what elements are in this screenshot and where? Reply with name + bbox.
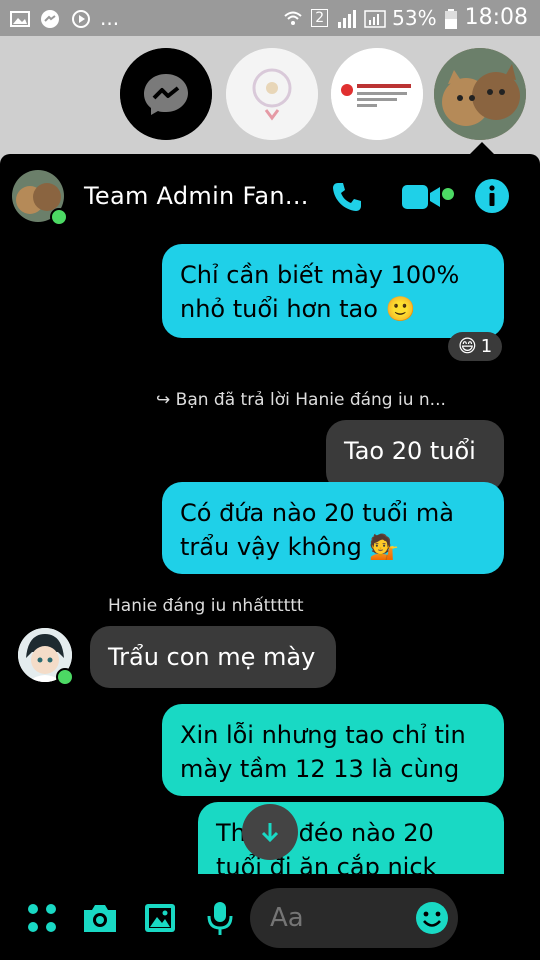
- message-text: Trẩu con mẹ mày: [108, 643, 316, 671]
- signal-icon: [336, 9, 357, 28]
- chat-panel: Team Admin Fan... Chỉ cần biết mày 100% …: [0, 154, 540, 960]
- info-icon[interactable]: [474, 178, 510, 214]
- camera-icon[interactable]: [80, 898, 120, 938]
- conversation-title[interactable]: Team Admin Fan...: [84, 182, 309, 210]
- message-text: Xin lỗi nhưng tao chỉ tin mày tầm 12 13 …: [180, 721, 466, 783]
- cats-avatar-icon: [434, 48, 526, 140]
- message-input-container: [250, 888, 458, 948]
- quick-reaction-laugh-emoji-icon[interactable]: 😂: [476, 892, 526, 942]
- reply-arrow-icon: ↪: [156, 390, 171, 410]
- reaction-count: 1: [480, 336, 493, 357]
- contact-avatar-icon: [331, 48, 423, 140]
- menu-grid-icon[interactable]: [22, 898, 62, 938]
- phone-icon[interactable]: [330, 180, 364, 214]
- message-text: Tao 20 tuổi: [344, 437, 476, 465]
- chathead-3[interactable]: [331, 48, 423, 140]
- sender-online-indicator: [56, 668, 74, 686]
- scroll-to-bottom-button[interactable]: [242, 804, 298, 860]
- online-indicator: [50, 208, 68, 226]
- message-text: Chỉ cần biết mày 100% nhỏ tuổi hơn tao 🙂: [180, 261, 460, 323]
- signal-2-icon: [364, 9, 386, 28]
- message-bubble-outgoing[interactable]: Xin lỗi nhưng tao chỉ tin mày tầm 12 13 …: [162, 704, 504, 796]
- microphone-icon[interactable]: [200, 898, 240, 938]
- message-bubble-outgoing[interactable]: Chỉ cần biết mày 100% nhỏ tuổi hơn tao 🙂: [162, 244, 504, 338]
- wifi-icon: [283, 9, 303, 27]
- reply-indicator: ↪ Bạn đã trả lời Hanie đáng iu n...: [156, 390, 446, 410]
- more-notifications-text: ...: [100, 6, 120, 30]
- composer-toolbar: 😂: [0, 880, 540, 960]
- clock: 18:08: [464, 5, 528, 30]
- emoji-picker-icon[interactable]: [414, 900, 450, 936]
- sim-badge: 2: [311, 8, 329, 27]
- video-active-dot: [442, 188, 454, 200]
- message-list[interactable]: Chỉ cần biết mày 100% nhỏ tuổi hơn tao 🙂…: [0, 238, 540, 874]
- arrow-down-icon: [261, 823, 279, 843]
- contact-avatar-icon: [226, 48, 318, 140]
- battery-icon: [444, 8, 457, 29]
- chat-heads-row: [0, 44, 540, 144]
- gallery-icon[interactable]: [140, 898, 180, 938]
- message-bubble-incoming[interactable]: Trẩu con mẹ mày: [90, 626, 336, 688]
- messenger-icon: [120, 48, 212, 140]
- video-camera-icon[interactable]: [400, 182, 444, 212]
- chathead-active[interactable]: [434, 48, 526, 140]
- messenger-chathead[interactable]: [120, 48, 212, 140]
- battery-percent: 53%: [392, 5, 437, 30]
- media-notification-icon: [70, 9, 90, 28]
- gallery-notification-icon: [10, 9, 30, 27]
- message-text: Có đứa nào 20 tuổi mà trẩu vậy không 💁: [180, 499, 454, 561]
- chathead-2[interactable]: [226, 48, 318, 140]
- message-bubble-outgoing[interactable]: Có đứa nào 20 tuổi mà trẩu vậy không 💁: [162, 482, 504, 574]
- chat-header: Team Admin Fan...: [0, 154, 540, 238]
- reply-note: Bạn đã trả lời Hanie đáng iu n...: [175, 390, 446, 410]
- messenger-notification-icon: [40, 9, 60, 28]
- chathead-pointer: [470, 142, 494, 154]
- reaction-badge[interactable]: 😄 1: [448, 332, 503, 361]
- sender-name: Hanie đáng iu nhấtttttt: [108, 596, 304, 616]
- status-bar: ... 2 53% 18:08: [0, 0, 540, 36]
- message-input[interactable]: [268, 902, 412, 934]
- laughing-emoji-icon: 😄: [458, 336, 477, 357]
